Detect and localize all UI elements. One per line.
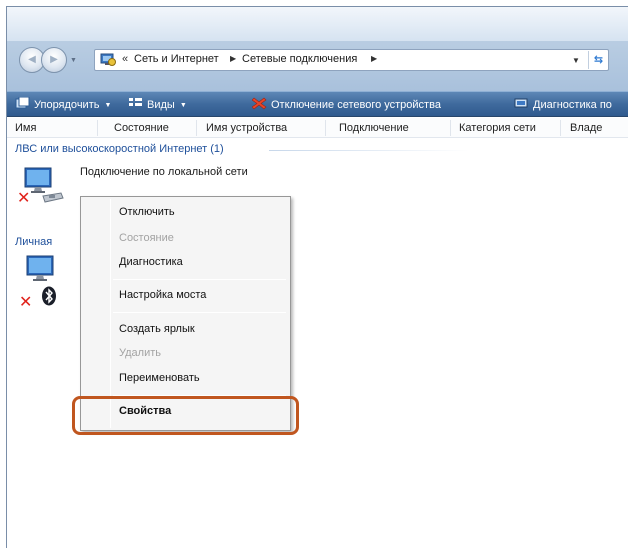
views-icon <box>129 98 142 106</box>
refresh-icon[interactable]: ⇆ <box>588 51 608 69</box>
control-panel-icon <box>100 53 116 66</box>
lan-connection-label: Подключение по локальной сети <box>80 166 248 178</box>
diagnose-icon <box>514 98 528 108</box>
forward-button[interactable]: ▶ <box>41 47 67 73</box>
column-divider[interactable] <box>325 120 326 136</box>
menu-item-delete: Удалить <box>119 347 161 359</box>
chevron-down-icon: ▼ <box>104 102 112 109</box>
disable-device-label: Отключение сетевого устройства <box>271 99 441 111</box>
forward-arrow-icon: ▶ <box>50 54 58 65</box>
menu-item-rename[interactable]: Переименовать <box>119 372 200 384</box>
disable-x-icon <box>252 97 267 110</box>
red-x-icon: ✕ <box>19 294 33 311</box>
column-status[interactable]: Состояние <box>114 122 169 134</box>
organize-label: Упорядочить <box>34 99 100 111</box>
bluetooth-icon <box>42 286 56 306</box>
address-dropdown-icon[interactable]: ▼ <box>572 56 580 65</box>
column-divider[interactable] <box>196 120 197 136</box>
menu-item-disable[interactable]: Отключить <box>119 206 175 218</box>
group-header-lan[interactable]: ЛВС или высокоскоростной Интернет (1) <box>15 143 224 155</box>
diagnose-label: Диагностика по <box>533 99 612 111</box>
bluetooth-connection-item[interactable]: ✕ <box>17 254 77 312</box>
address-prefix: « <box>122 53 129 65</box>
breadcrumb-separator-icon[interactable]: ▶ <box>371 54 377 63</box>
back-arrow-icon: ◀ <box>28 54 36 65</box>
views-label: Виды <box>147 99 175 111</box>
network-adapter-icon <box>26 255 54 281</box>
breadcrumb-separator-icon[interactable]: ▶ <box>230 54 236 63</box>
properties-highlight-frame <box>72 396 299 435</box>
column-divider[interactable] <box>450 120 451 136</box>
recent-pages-chevron-icon[interactable]: ▼ <box>70 57 77 64</box>
menu-item-bridge[interactable]: Настройка моста <box>119 289 206 301</box>
column-name[interactable]: Имя <box>15 122 36 134</box>
menu-item-diagnose[interactable]: Диагностика <box>119 256 183 268</box>
group-divider <box>269 150 469 151</box>
breadcrumb-network-connections[interactable]: Сетевые подключения <box>242 53 357 65</box>
menu-separator <box>113 279 286 280</box>
menu-icon-gutter <box>110 199 111 428</box>
chevron-down-icon: ▼ <box>179 102 187 109</box>
menu-item-create-shortcut[interactable]: Создать ярлык <box>119 323 195 335</box>
address-bar[interactable]: « Сеть и Интернет ▶ Сетевые подключения … <box>94 49 609 71</box>
column-divider[interactable] <box>560 120 561 136</box>
menu-item-status: Состояние <box>119 232 174 244</box>
red-x-icon: ✕ <box>17 190 31 207</box>
group-header-pan[interactable]: Личная <box>15 236 52 248</box>
column-divider[interactable] <box>97 120 98 136</box>
breadcrumb-network-internet[interactable]: Сеть и Интернет <box>134 53 219 65</box>
title-bar <box>7 7 628 41</box>
column-network-category[interactable]: Категория сети <box>459 122 536 134</box>
column-owner[interactable]: Владе <box>570 122 602 134</box>
column-headers: Имя Состояние Имя устройства Подключение… <box>7 118 628 138</box>
diagnose-button[interactable]: Диагностика по <box>514 97 612 113</box>
menu-separator <box>113 312 286 313</box>
organize-button[interactable]: Упорядочить ▼ <box>15 97 111 113</box>
organize-icon <box>15 97 30 109</box>
column-connectivity[interactable]: Подключение <box>339 122 409 134</box>
disable-device-button[interactable]: Отключение сетевого устройства <box>252 97 441 113</box>
views-button[interactable]: Виды ▼ <box>128 97 187 113</box>
column-device-name[interactable]: Имя устройства <box>206 122 287 134</box>
window-chrome: ◀ ▶ ▼ « Сеть и Интернет ▶ Сетевые подклю… <box>7 7 628 91</box>
command-bar: Упорядочить ▼ Виды ▼ Отключение сетевого у… <box>7 91 628 117</box>
